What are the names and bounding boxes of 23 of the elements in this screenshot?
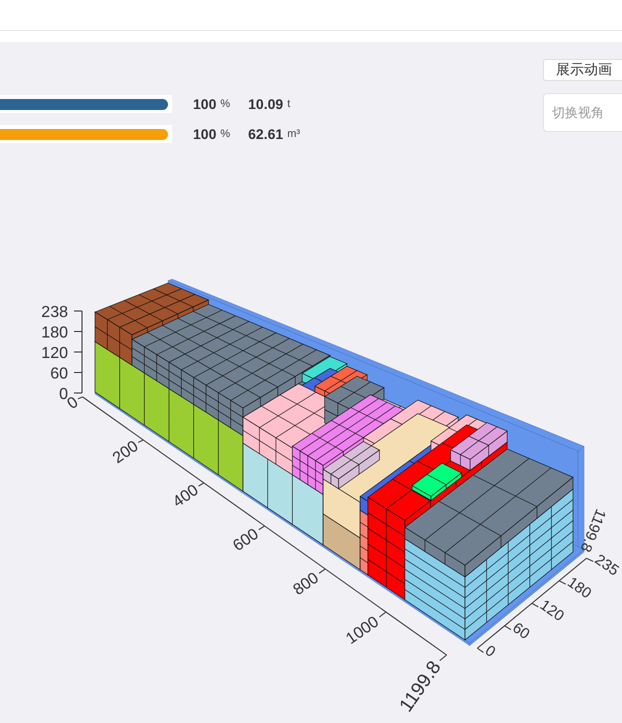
axis-label: 200 <box>110 438 142 468</box>
metric-unit: m³ <box>287 128 300 140</box>
percent-value: 100 <box>193 96 216 112</box>
metric-value: 10.09 <box>248 96 284 112</box>
percent-unit: % <box>220 98 230 110</box>
axis-label: 120 <box>536 596 567 625</box>
animate-button[interactable]: 展示动画 <box>543 59 622 81</box>
axis-label: 400 <box>170 482 202 512</box>
axis-label: 60 <box>509 619 533 643</box>
percent-unit: % <box>220 128 230 140</box>
axis-label: 800 <box>290 570 322 599</box>
axis-label: 120 <box>41 345 68 362</box>
axis-label: 180 <box>41 324 68 342</box>
metric-value: 62.61 <box>248 126 284 142</box>
axis-label: 0 <box>59 386 68 403</box>
axis-label: 238 <box>41 304 68 321</box>
metric-unit: t <box>287 98 290 110</box>
view-select[interactable]: 切换视角 <box>543 93 622 132</box>
axis-label: 0 <box>482 642 498 661</box>
axis-label: 600 <box>230 526 262 555</box>
percent-value: 100 <box>193 126 216 142</box>
axis-label: 180 <box>564 574 594 602</box>
axis-label: 60 <box>50 366 68 382</box>
